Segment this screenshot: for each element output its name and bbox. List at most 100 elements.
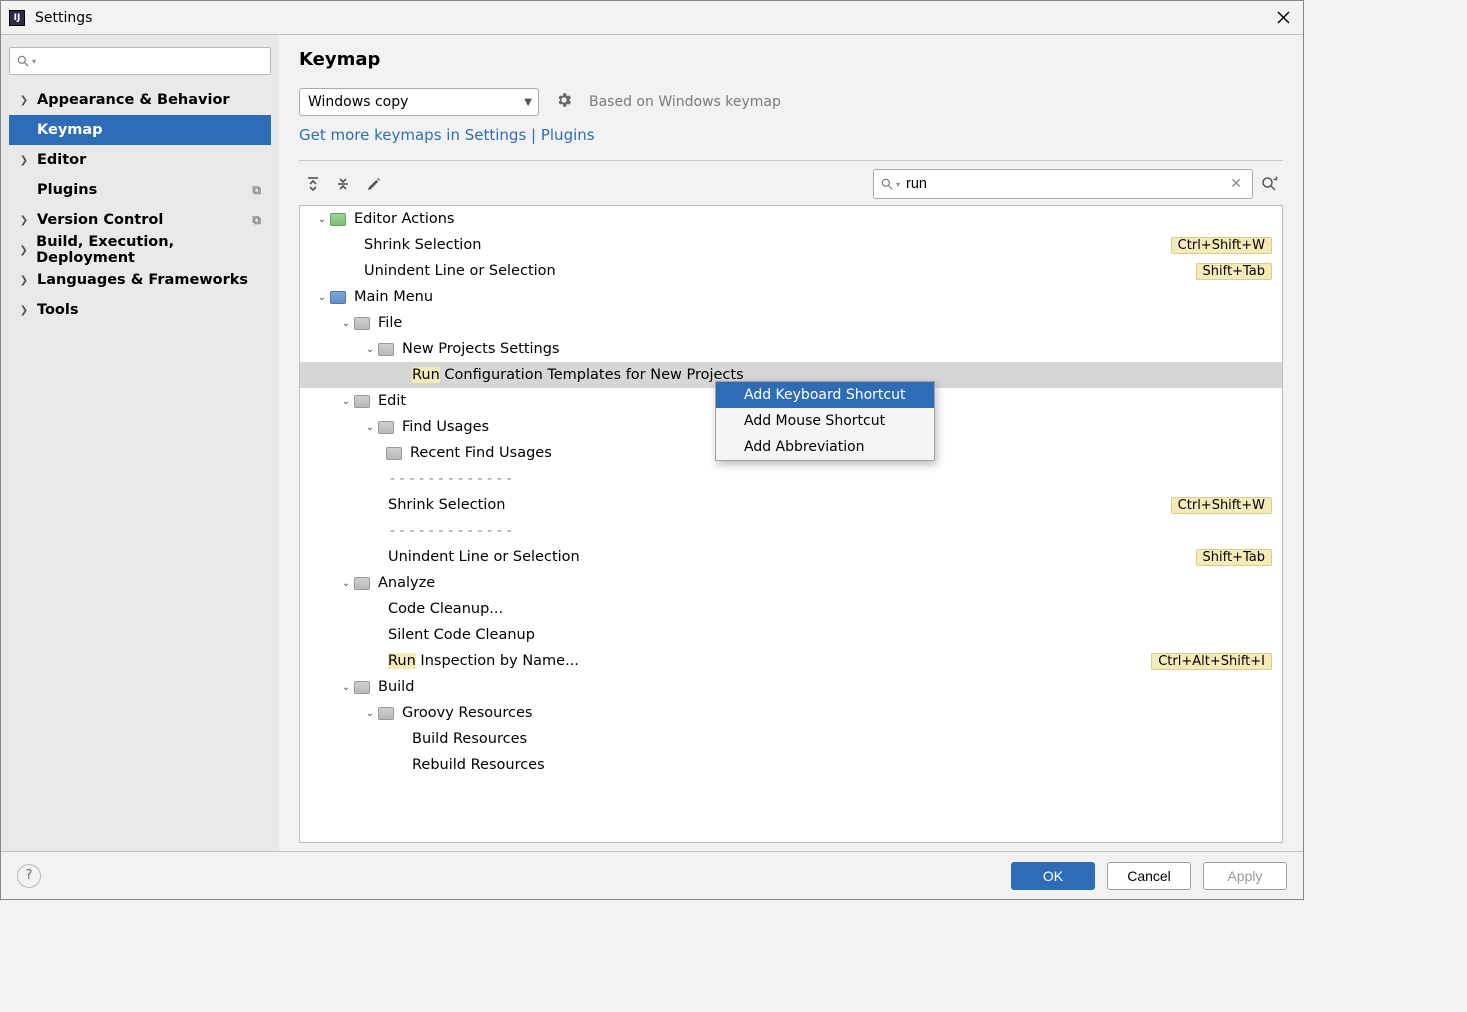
- tree-leaf-run-inspection-by-name[interactable]: Run Inspection by Name... Ctrl+Alt+Shift…: [300, 648, 1282, 674]
- tree-label: Shrink Selection: [364, 237, 481, 253]
- tree-label: Rebuild Resources: [412, 757, 545, 773]
- tree-node-groovy-resources[interactable]: ⌄ Groovy Resources: [300, 700, 1282, 726]
- tree-node-file[interactable]: ⌄ File: [300, 310, 1282, 336]
- cancel-button[interactable]: Cancel: [1107, 862, 1191, 890]
- nav-languages-frameworks[interactable]: ❯ Languages & Frameworks: [9, 265, 271, 295]
- ok-button[interactable]: OK: [1011, 862, 1095, 890]
- folder-icon: [354, 577, 370, 590]
- nav-plugins[interactable]: Plugins ⧉: [9, 175, 271, 205]
- get-more-keymaps-link[interactable]: Get more keymaps in Settings | Plugins: [299, 126, 595, 144]
- chevron-down-icon: ⌄: [362, 422, 378, 433]
- shortcut-badge: Ctrl+Alt+Shift+I: [1151, 653, 1272, 670]
- nav-label: Tools: [37, 302, 79, 318]
- expand-all-button[interactable]: [299, 171, 327, 197]
- tree-label: Run Configuration Templates for New Proj…: [412, 367, 744, 383]
- tree-label: Build: [378, 679, 414, 695]
- nav-label: Keymap: [37, 122, 103, 138]
- settings-window: IJ Settings ▾ ❯ Appearance & Behavior Ke…: [0, 0, 1304, 900]
- tree-separator: -------------: [300, 466, 1282, 492]
- help-icon: ?: [26, 868, 33, 883]
- tree-leaf[interactable]: Code Cleanup...: [300, 596, 1282, 622]
- clear-search-button[interactable]: ✕: [1226, 176, 1246, 192]
- tree-leaf[interactable]: Shrink Selection Ctrl+Shift+W: [300, 492, 1282, 518]
- tree-leaf[interactable]: Unindent Line or Selection Shift+Tab: [300, 544, 1282, 570]
- tree-node-build[interactable]: ⌄ Build: [300, 674, 1282, 700]
- chevron-down-icon: ⌄: [338, 682, 354, 693]
- search-icon: [880, 177, 894, 191]
- chevron-right-icon: ❯: [17, 95, 31, 106]
- folder-icon: [330, 291, 346, 304]
- folder-icon: [354, 317, 370, 330]
- expand-all-icon: [305, 176, 321, 192]
- tree-label: Recent Find Usages: [410, 445, 552, 461]
- shortcut-badge: Shift+Tab: [1196, 263, 1272, 280]
- actions-search[interactable]: ▾ ✕: [873, 169, 1253, 199]
- nav-label: Plugins: [37, 182, 97, 198]
- nav-appearance-behavior[interactable]: ❯ Appearance & Behavior: [9, 85, 271, 115]
- tree-leaf[interactable]: Build Resources: [300, 726, 1282, 752]
- context-menu-add-keyboard-shortcut[interactable]: Add Keyboard Shortcut: [716, 382, 934, 408]
- chevron-down-icon: ⌄: [338, 578, 354, 589]
- shortcut-badge: Ctrl+Shift+W: [1171, 497, 1272, 514]
- tree-label: -------------: [388, 523, 515, 539]
- context-menu-add-mouse-shortcut[interactable]: Add Mouse Shortcut: [716, 408, 934, 434]
- apply-button[interactable]: Apply: [1203, 862, 1287, 890]
- help-button[interactable]: ?: [17, 864, 41, 888]
- find-by-shortcut-button[interactable]: [1255, 170, 1283, 198]
- collapse-all-button[interactable]: [329, 171, 357, 197]
- divider: [299, 160, 1283, 161]
- chevron-down-icon: ⌄: [362, 344, 378, 355]
- tree-label: -------------: [388, 471, 515, 487]
- actions-search-input[interactable]: [900, 175, 1226, 193]
- sidebar-search[interactable]: ▾: [9, 47, 271, 75]
- tree-label: Find Usages: [402, 419, 489, 435]
- tree-label: Silent Code Cleanup: [388, 627, 535, 643]
- tree-leaf[interactable]: Silent Code Cleanup: [300, 622, 1282, 648]
- app-icon: IJ: [9, 10, 25, 26]
- chevron-down-icon: ⌄: [314, 292, 330, 303]
- window-title: Settings: [35, 10, 92, 26]
- folder-icon: [354, 681, 370, 694]
- nav-editor[interactable]: ❯ Editor: [9, 145, 271, 175]
- edit-shortcut-button[interactable]: [359, 171, 387, 197]
- nav-keymap[interactable]: Keymap: [9, 115, 271, 145]
- folder-icon: [378, 343, 394, 356]
- context-menu-add-abbreviation[interactable]: Add Abbreviation: [716, 434, 934, 460]
- folder-icon: [330, 213, 346, 226]
- tree-leaf[interactable]: Rebuild Resources: [300, 752, 1282, 778]
- tree-node-editor-actions[interactable]: ⌄ Editor Actions: [300, 206, 1282, 232]
- chevron-right-icon: ❯: [17, 215, 31, 226]
- tree-label: Analyze: [378, 575, 435, 591]
- copy-icon: ⧉: [252, 183, 261, 198]
- chevron-down-icon: ▼: [524, 97, 532, 108]
- nav-version-control[interactable]: ❯ Version Control ⧉: [9, 205, 271, 235]
- copy-icon: ⧉: [252, 213, 261, 228]
- window-close-button[interactable]: [1271, 6, 1295, 30]
- tree-label: Edit: [378, 393, 406, 409]
- tree-leaf[interactable]: Unindent Line or Selection Shift+Tab: [300, 258, 1282, 284]
- collapse-all-icon: [335, 176, 351, 192]
- shortcut-badge: Shift+Tab: [1196, 549, 1272, 566]
- nav-label: Languages & Frameworks: [37, 272, 248, 288]
- folder-icon: [378, 421, 394, 434]
- tree-node-analyze[interactable]: ⌄ Analyze: [300, 570, 1282, 596]
- nav-label: Appearance & Behavior: [37, 92, 230, 108]
- keymap-dropdown[interactable]: Windows copy ▼: [299, 88, 539, 116]
- nav-tools[interactable]: ❯ Tools: [9, 295, 271, 325]
- keymap-settings-button[interactable]: [555, 91, 573, 113]
- tree-label: Code Cleanup...: [388, 601, 503, 617]
- tree-toolbar: ▾ ✕: [299, 169, 1283, 199]
- main-panel: Keymap Windows copy ▼ Based on Windows k…: [279, 35, 1303, 851]
- pencil-icon: [366, 177, 381, 192]
- context-menu: Add Keyboard Shortcut Add Mouse Shortcut…: [715, 381, 935, 461]
- actions-tree[interactable]: ⌄ Editor Actions Shrink Selection Ctrl+S…: [299, 205, 1283, 843]
- chevron-down-icon: ⌄: [338, 396, 354, 407]
- tree-leaf[interactable]: Shrink Selection Ctrl+Shift+W: [300, 232, 1282, 258]
- sidebar-search-input[interactable]: [36, 53, 264, 70]
- nav-build-execution-deployment[interactable]: ❯ Build, Execution, Deployment: [9, 235, 271, 265]
- tree-node-main-menu[interactable]: ⌄ Main Menu: [300, 284, 1282, 310]
- tree-node-new-projects-settings[interactable]: ⌄ New Projects Settings: [300, 336, 1282, 362]
- close-icon: [1277, 11, 1290, 24]
- keymap-selector-row: Windows copy ▼ Based on Windows keymap: [299, 88, 1283, 116]
- search-icon: [16, 54, 30, 68]
